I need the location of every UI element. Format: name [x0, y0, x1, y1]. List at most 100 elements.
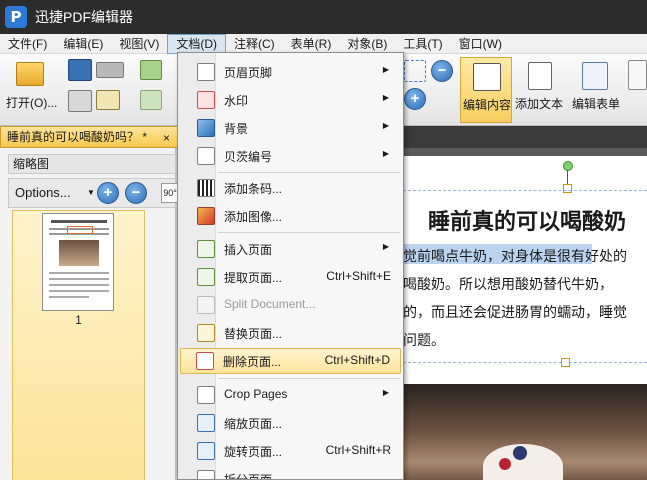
background-icon [197, 119, 215, 137]
menu-item-label: Split Document... [224, 297, 316, 311]
thumbnail-panel-title: 缩略图 [8, 154, 176, 174]
zoom-in-icon[interactable]: + [404, 88, 426, 110]
menu-object[interactable]: 对象(B) [339, 34, 395, 54]
menu-window[interactable]: 窗口(W) [451, 34, 510, 54]
edit-form-label: 编辑表单 [572, 97, 621, 111]
menu-view[interactable]: 视图(V) [111, 34, 167, 54]
menu-item-label: Crop Pages [224, 387, 288, 401]
add-text-icon [528, 62, 552, 90]
document-tab[interactable]: 睡前真的可以喝酸奶吗？ * × [0, 126, 180, 148]
menu-item-label: 旋转页面... [224, 445, 283, 459]
menu-item-watermark[interactable]: 水印 ▶ [180, 87, 401, 113]
window-title: 迅捷PDF编辑器 [35, 9, 133, 25]
document-line-2[interactable]: 喝酸奶。所以想用酸奶替代牛奶， [403, 274, 613, 294]
menu-document[interactable]: 文档(D) [167, 33, 226, 54]
submenu-arrow-icon: ▶ [382, 93, 389, 102]
selection-border-bottom [403, 362, 647, 363]
yogurt-photo [403, 384, 647, 480]
back-icon[interactable] [140, 60, 162, 80]
document-line-3[interactable]: 的，而且还会促进肠胃的蠕动，睡觉 [403, 302, 627, 322]
menu-item-crop-pages[interactable]: Crop Pages ▶ [180, 382, 401, 408]
menu-item-label: 页眉页脚 [224, 66, 273, 80]
menu-item-label: 水印 [224, 94, 249, 108]
delete-page-icon [196, 352, 214, 370]
close-tab-icon[interactable]: × [163, 128, 170, 148]
folder-open-icon [16, 62, 44, 86]
open-label: 打开(O)... [6, 96, 58, 110]
menu-comment[interactable]: 注释(C) [226, 34, 283, 54]
menu-item-shortcut: Ctrl+Shift+R [325, 443, 391, 457]
menu-item-resize-page[interactable]: 缩放页面... [180, 410, 401, 436]
document-tab-title: 睡前真的可以喝酸奶吗？ * [7, 130, 148, 144]
page-thumbnail[interactable]: 1 [12, 210, 145, 480]
split-page-icon [197, 470, 215, 479]
add-text-button[interactable]: 添加文本 [514, 57, 568, 123]
menu-item-label: 插入页面 [224, 243, 273, 257]
options-dropdown[interactable]: Options... [15, 185, 71, 200]
menu-bar: 文件(F) 编辑(E) 视图(V) 文档(D) 注释(C) 表单(R) 对象(B… [0, 33, 647, 54]
edit-content-button[interactable]: 编辑内容 [460, 57, 512, 123]
zoom-out-icon[interactable]: − [431, 60, 453, 82]
print-icon[interactable] [68, 90, 92, 112]
title-bar: P 迅捷PDF编辑器 [0, 0, 647, 34]
bottom-resize-handle[interactable] [561, 358, 570, 367]
menu-item-label: 删除页面... [223, 355, 282, 369]
document-line-4[interactable]: 问题。 [403, 330, 445, 350]
menu-item-shortcut: Ctrl+Shift+E [326, 269, 391, 283]
menu-item-header-footer[interactable]: 页眉页脚 ▶ [180, 59, 401, 85]
edit-content-label: 编辑内容 [463, 98, 512, 112]
menu-item-add-image[interactable]: 添加图像... [180, 203, 401, 229]
menu-item-bates-number[interactable]: 贝茨编号 ▶ [180, 143, 401, 169]
insert-page-icon [197, 240, 215, 258]
menu-form[interactable]: 表单(R) [283, 34, 340, 54]
rotate-page-icon [197, 442, 215, 460]
menu-item-extract-page[interactable]: 提取页面... Ctrl+Shift+E [180, 264, 401, 290]
split-document-icon [197, 296, 215, 314]
menu-tools[interactable]: 工具(T) [395, 34, 450, 54]
menu-item-shortcut: Ctrl+Shift+D [324, 353, 390, 367]
menu-item-label: 贝茨编号 [224, 150, 273, 164]
replace-page-icon [197, 324, 215, 342]
menu-item-label: 提取页面... [224, 271, 283, 285]
chevron-down-icon[interactable]: ▼ [87, 188, 95, 197]
menu-item-split-document[interactable]: Split Document... [180, 292, 401, 318]
selection-border [403, 190, 647, 191]
submenu-arrow-icon: ▶ [382, 65, 389, 74]
watermark-icon [197, 91, 215, 109]
extract-page-icon [197, 268, 215, 286]
add-image-icon [197, 207, 215, 225]
document-title: 睡前真的可以喝酸奶 [428, 209, 627, 234]
scanner-icon[interactable] [96, 62, 124, 78]
menu-separator [218, 378, 400, 379]
menu-file[interactable]: 文件(F) [0, 34, 55, 54]
edit-content-icon [473, 63, 501, 91]
menu-item-background[interactable]: 背景 ▶ [180, 115, 401, 141]
submenu-arrow-icon: ▶ [382, 149, 389, 158]
menu-item-replace-page[interactable]: 替换页面... [180, 320, 401, 346]
forward-icon[interactable] [140, 90, 162, 110]
menu-item-add-barcode[interactable]: 添加条码... [180, 175, 401, 201]
menu-item-split-page[interactable]: 拆分页面... [180, 466, 401, 479]
menu-item-delete-page[interactable]: 删除页面... Ctrl+Shift+D [180, 348, 401, 374]
menu-item-rotate-page[interactable]: 旋转页面... Ctrl+Shift+R [180, 438, 401, 464]
save-icon[interactable] [68, 59, 92, 81]
menu-edit[interactable]: 编辑(E) [55, 34, 111, 54]
rotate-handle-icon[interactable] [563, 161, 573, 171]
menu-item-label: 背景 [224, 122, 249, 136]
submenu-arrow-icon: ▶ [382, 388, 389, 397]
top-resize-handle[interactable] [563, 184, 572, 193]
menu-separator [218, 172, 400, 173]
open-button[interactable]: 打开(O)... [4, 56, 58, 122]
more-tools-icon[interactable] [628, 60, 647, 90]
zoom-in-thumbnail-icon[interactable]: + [97, 182, 119, 204]
zoom-out-thumbnail-icon[interactable]: − [125, 182, 147, 204]
crop-pages-icon [197, 386, 215, 404]
resize-page-icon [197, 414, 215, 432]
document-view[interactable]: 睡前真的可以喝酸奶 觉前喝点牛奶，对身体是很有好处的 喝酸奶。所以想用酸奶替代牛… [403, 148, 647, 480]
menu-item-insert-page[interactable]: 插入页面 ▶ [180, 236, 401, 262]
edit-form-button[interactable]: 编辑表单 [570, 57, 622, 123]
document-line-1[interactable]: 觉前喝点牛奶，对身体是很有好处的 [403, 246, 627, 266]
email-icon[interactable] [96, 90, 120, 110]
zoom-select-icon[interactable] [404, 60, 426, 82]
app-logo-icon: P [5, 6, 27, 28]
